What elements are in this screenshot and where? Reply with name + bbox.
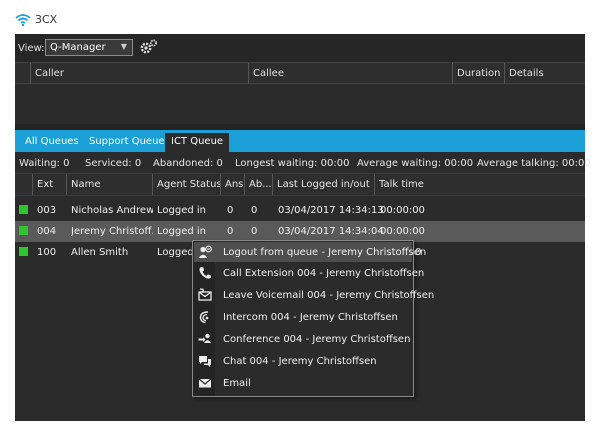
view-select[interactable]: Q-Manager ▼ bbox=[45, 39, 133, 56]
stat-serviced: Serviced: 0 bbox=[85, 158, 142, 169]
cell-last-logged: 03/04/2017 14:34:04 bbox=[278, 226, 384, 237]
cell-talk-time: 00:00:00 bbox=[380, 205, 425, 216]
menu-item-label: Leave Voicemail 004 - Jeremy Christoffse… bbox=[223, 290, 435, 301]
menu-item-email[interactable]: Email bbox=[194, 373, 412, 393]
menu-item-chat[interactable]: Chat 004 - Jeremy Christoffsen bbox=[194, 351, 412, 371]
toolbar: View: Q-Manager ▼ bbox=[15, 34, 585, 62]
queue-tabs: All Queues Support Queue ICT Queue bbox=[15, 130, 585, 152]
cell-status: Logged in bbox=[157, 205, 207, 216]
menu-item-label: Chat 004 - Jeremy Christoffsen bbox=[223, 356, 377, 367]
tab-ict-queue[interactable]: ICT Queue bbox=[165, 133, 230, 152]
agents-table-header: Ext Name Agent Status Ans Ab... Last Log… bbox=[15, 174, 585, 196]
cell-abandoned: 0 bbox=[251, 226, 258, 237]
cell-ext: 004 bbox=[37, 226, 57, 237]
column-ext[interactable]: Ext bbox=[32, 174, 66, 195]
cell-answered: 0 bbox=[227, 205, 234, 216]
phone-icon bbox=[199, 267, 211, 279]
cell-name: Allen Smith bbox=[71, 247, 129, 258]
cell-status: Logged in bbox=[157, 226, 207, 237]
menu-item-conference[interactable]: Conference 004 - Jeremy Christoffsen bbox=[194, 329, 412, 349]
stat-waiting: Waiting: 0 bbox=[19, 158, 70, 169]
cell-ext: 100 bbox=[37, 247, 57, 258]
table-row-selected[interactable]: 004 Jeremy Christoff... Logged in 0 0 03… bbox=[15, 221, 585, 242]
menu-item-label: Call Extension 004 - Jeremy Christoffsen bbox=[223, 268, 425, 279]
menu-item-call-extension[interactable]: Call Extension 004 - Jeremy Christoffsen bbox=[194, 263, 424, 283]
column-callee[interactable]: Callee bbox=[248, 63, 452, 84]
stat-abandoned: Abandoned: 0 bbox=[153, 158, 223, 169]
cell-last-logged: 03/04/2017 14:34:13 bbox=[278, 205, 384, 216]
table-row[interactable]: 003 Nicholas Andrews Logged in 0 0 03/04… bbox=[15, 200, 585, 221]
tab-support-queue[interactable]: Support Queue bbox=[83, 133, 171, 152]
wifi-icon bbox=[15, 14, 31, 26]
tab-all-queues[interactable]: All Queues bbox=[19, 133, 85, 152]
stat-average-waiting: Average waiting: 00:00 bbox=[357, 158, 474, 169]
calls-table-header: Caller Callee Duration Details bbox=[15, 62, 585, 84]
menu-item-logout-queue[interactable]: Logout from queue - Jeremy Christoffsen bbox=[194, 242, 426, 262]
column-caller[interactable]: Caller bbox=[30, 63, 248, 84]
menu-item-label: Intercom 004 - Jeremy Christoffsen bbox=[223, 312, 398, 323]
column-agent-status[interactable]: Agent Status bbox=[152, 174, 222, 195]
status-indicator bbox=[19, 205, 28, 214]
voicemail-icon bbox=[198, 288, 212, 301]
status-indicator bbox=[19, 226, 28, 235]
menu-item-intercom[interactable]: Intercom 004 - Jeremy Christoffsen bbox=[194, 307, 412, 327]
column-abandoned[interactable]: Ab... bbox=[244, 174, 272, 195]
chevron-down-icon: ▼ bbox=[120, 42, 127, 51]
cell-talk-time: 00:00:00 bbox=[380, 226, 425, 237]
window-title: 3CX bbox=[35, 13, 58, 26]
column-name[interactable]: Name bbox=[66, 174, 152, 195]
status-indicator bbox=[19, 247, 28, 256]
view-label: View: bbox=[18, 43, 45, 54]
logout-queue-icon bbox=[198, 245, 212, 258]
menu-item-label: Email bbox=[223, 378, 251, 389]
stat-average-talking: Average talking: 00:00 bbox=[477, 158, 591, 169]
cell-status: Logged bbox=[157, 247, 194, 258]
menu-item-leave-voicemail[interactable]: Leave Voicemail 004 - Jeremy Christoffse… bbox=[194, 285, 434, 305]
settings-gear-icon[interactable] bbox=[139, 38, 159, 56]
cell-ext: 003 bbox=[37, 205, 57, 216]
column-answered[interactable]: Ans bbox=[220, 174, 244, 195]
stat-longest-waiting: Longest waiting: 00:00 bbox=[235, 158, 350, 169]
view-select-value: Q-Manager bbox=[50, 42, 106, 53]
column-last-logged[interactable]: Last Logged in/out bbox=[272, 174, 374, 195]
column-details[interactable]: Details bbox=[504, 63, 585, 84]
intercom-icon bbox=[199, 311, 209, 324]
conference-icon bbox=[198, 333, 211, 343]
window-titlebar: 3CX bbox=[0, 0, 600, 34]
column-duration[interactable]: Duration bbox=[452, 63, 504, 84]
cell-name: Jeremy Christoff... bbox=[71, 226, 153, 237]
calls-table-body bbox=[15, 84, 585, 124]
column-talk-time[interactable]: Talk time bbox=[374, 174, 585, 195]
cell-abandoned: 0 bbox=[251, 205, 258, 216]
context-menu: Logout from queue - Jeremy Christoffsen … bbox=[192, 240, 434, 397]
menu-item-label: Logout from queue - Jeremy Christoffsen bbox=[223, 247, 427, 258]
chat-icon bbox=[199, 356, 211, 367]
menu-item-label: Conference 004 - Jeremy Christoffsen bbox=[223, 334, 411, 345]
email-icon bbox=[198, 378, 212, 388]
cell-answered: 0 bbox=[227, 226, 234, 237]
queue-stats: Waiting: 0 Serviced: 0 Abandoned: 0 Long… bbox=[15, 152, 591, 174]
cell-name: Nicholas Andrews bbox=[71, 205, 153, 216]
